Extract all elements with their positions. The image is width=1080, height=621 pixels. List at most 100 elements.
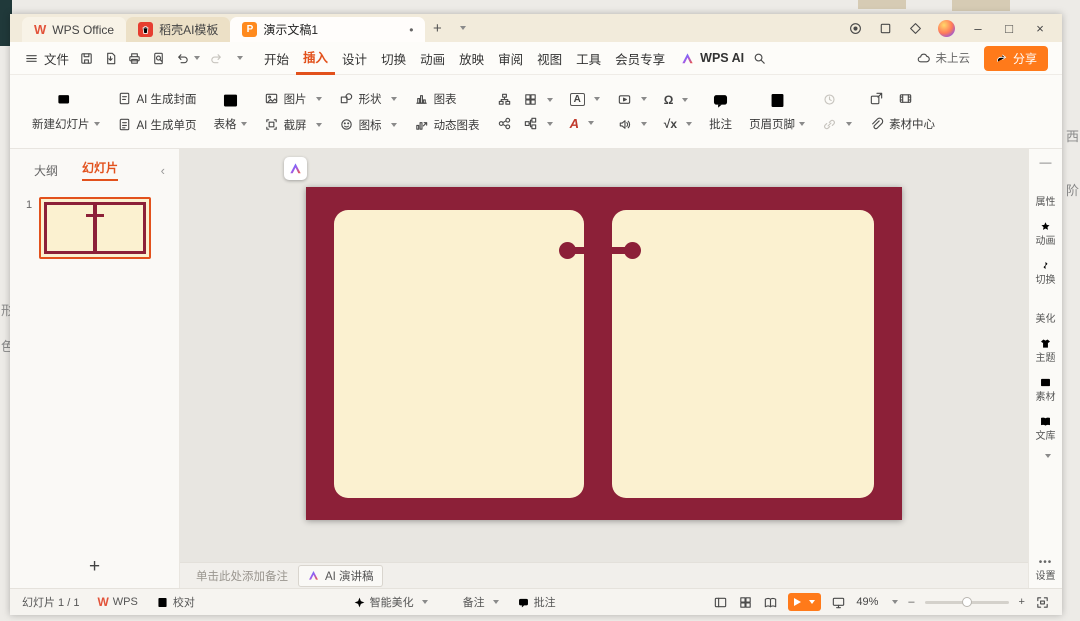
menu-view[interactable]: 视图 xyxy=(530,42,569,75)
menu-insert[interactable]: 插入 xyxy=(296,42,336,75)
tab-presentation1[interactable]: P 演示文稿1 • xyxy=(230,17,426,42)
save-icon[interactable] xyxy=(79,51,94,66)
right-page-shape[interactable] xyxy=(612,210,874,498)
notes-input[interactable]: 单击此处添加备注 xyxy=(196,568,288,584)
menu-home[interactable]: 开始 xyxy=(257,42,296,75)
hyperlink-button[interactable] xyxy=(822,117,853,132)
normal-view-icon[interactable] xyxy=(713,595,728,610)
sidebar-item-animation[interactable]: 动画 xyxy=(1036,220,1056,247)
picture-button[interactable]: 图片 xyxy=(264,91,322,107)
slide-sorter-icon[interactable] xyxy=(738,595,753,610)
comment-button[interactable]: 批注 xyxy=(709,91,732,132)
table-button[interactable]: 表格 xyxy=(214,91,247,132)
menu-animation[interactable]: 动画 xyxy=(413,42,452,75)
file-menu-button[interactable]: 文件 xyxy=(24,49,69,68)
material-center-button[interactable]: 素材中心 xyxy=(869,116,935,132)
date-time-icon[interactable] xyxy=(822,92,837,107)
insert-object-icon[interactable] xyxy=(869,91,884,106)
zoom-dropdown-icon[interactable] xyxy=(892,600,899,604)
minimize-button[interactable]: – xyxy=(970,21,986,36)
tab-slides[interactable]: 幻灯片 xyxy=(82,159,119,181)
undo-button[interactable] xyxy=(175,51,201,66)
ai-generate-page-button[interactable]: AI 生成单页 xyxy=(117,117,197,133)
header-footer-button[interactable]: 页眉页脚 xyxy=(749,91,806,132)
play-slideshow-button[interactable] xyxy=(788,593,822,611)
zoom-slider-thumb[interactable] xyxy=(962,596,973,607)
chart-button[interactable]: 图表 xyxy=(414,91,480,107)
ai-speech-button[interactable]: AI 演讲稿 xyxy=(298,564,383,587)
sidebar-item-properties[interactable]: 属性 xyxy=(1036,181,1056,208)
maximize-button[interactable]: □ xyxy=(1001,21,1017,36)
slide-thumbnail[interactable] xyxy=(39,197,152,259)
quickbar-more-icon[interactable] xyxy=(237,56,244,60)
clasp-left-dot-shape[interactable] xyxy=(559,242,576,259)
tab-list-dropdown-button[interactable] xyxy=(449,16,473,41)
dynamic-chart-button[interactable]: 动态图表 xyxy=(414,117,480,133)
editing-canvas[interactable] xyxy=(180,149,1028,562)
tab-docer-ai-templates[interactable]: 稻壳AI模板 xyxy=(126,17,231,42)
node-diagram-button[interactable] xyxy=(523,116,553,131)
add-slide-button[interactable]: + xyxy=(10,546,179,588)
wps-ai-floating-button[interactable] xyxy=(284,157,307,180)
slide[interactable] xyxy=(306,187,902,520)
export-icon[interactable] xyxy=(103,51,118,66)
tab-outline[interactable]: 大纲 xyxy=(34,162,58,179)
zoom-out-button[interactable]: – xyxy=(908,596,914,608)
message-icon[interactable] xyxy=(848,21,863,36)
menu-slideshow[interactable]: 放映 xyxy=(452,42,491,75)
picture-grid-button[interactable] xyxy=(523,92,553,107)
sidebar-item-material[interactable]: 素材 xyxy=(1036,376,1056,403)
menu-review[interactable]: 审阅 xyxy=(491,42,530,75)
formula-sqrt-button[interactable]: √x xyxy=(664,117,693,131)
reading-view-icon[interactable] xyxy=(763,595,778,610)
share-button[interactable]: 分享 xyxy=(983,45,1048,71)
textbox-button[interactable]: A xyxy=(569,92,600,106)
sidebar-item-transition[interactable]: 切换 xyxy=(1036,259,1056,286)
clasp-right-dot-shape[interactable] xyxy=(624,242,641,259)
screenshot-button[interactable]: 截屏 xyxy=(264,117,322,133)
new-slide-button[interactable]: 新建幻灯片 xyxy=(32,91,100,132)
search-icon[interactable] xyxy=(752,51,767,66)
ai-generate-cover-button[interactable]: AI 生成封面 xyxy=(117,91,197,107)
menu-tools[interactable]: 工具 xyxy=(569,42,608,75)
wps-ai-menu[interactable]: WPS AI xyxy=(680,51,744,66)
sidebar-item-beautify[interactable]: 美化 xyxy=(1036,298,1056,325)
org-chart-icon[interactable] xyxy=(497,92,512,107)
new-tab-button[interactable]: + xyxy=(425,16,449,41)
sidebar-more-chevron[interactable] xyxy=(1044,454,1051,458)
comment-toggle-button[interactable]: 批注 xyxy=(517,594,556,610)
print-icon[interactable] xyxy=(127,51,142,66)
wordart-button[interactable]: A xyxy=(570,116,600,131)
icon-library-button[interactable]: 图标 xyxy=(339,117,397,133)
menu-transition[interactable]: 切换 xyxy=(374,42,413,75)
film-icon[interactable] xyxy=(898,91,913,106)
tab-wps-office[interactable]: W WPS Office xyxy=(22,17,127,42)
widgets-icon[interactable] xyxy=(908,21,923,36)
relation-diagram-icon[interactable] xyxy=(497,116,512,131)
print-preview-icon[interactable] xyxy=(151,51,166,66)
collapse-panel-button[interactable]: ‹ xyxy=(161,163,165,178)
close-button[interactable]: × xyxy=(1032,21,1048,36)
fit-window-icon[interactable] xyxy=(1035,595,1050,610)
shapes-button[interactable]: 形状 xyxy=(339,91,397,107)
left-page-shape[interactable] xyxy=(334,210,584,498)
sidebar-item-settings[interactable]: ••• 设置 xyxy=(1036,557,1056,582)
zoom-slider[interactable] xyxy=(924,596,1009,607)
display-icon[interactable] xyxy=(831,595,846,610)
window-restore-icon[interactable] xyxy=(878,21,893,36)
zoom-in-button[interactable]: + xyxy=(1019,596,1025,608)
avatar[interactable] xyxy=(938,19,955,37)
sidebar-item-library[interactable]: 文库 xyxy=(1036,415,1056,442)
smart-beautify-button[interactable]: 智能美化 xyxy=(353,594,428,610)
sidebar-collapse-dash[interactable]: — xyxy=(1040,155,1052,169)
sidebar-item-theme[interactable]: 主题 xyxy=(1036,337,1056,364)
redo-icon[interactable] xyxy=(209,51,224,66)
menu-design[interactable]: 设计 xyxy=(335,42,374,75)
zoom-level[interactable]: 49% xyxy=(856,596,878,608)
formula-omega-button[interactable]: Ω xyxy=(664,93,692,107)
video-button[interactable] xyxy=(617,92,647,107)
menu-membership[interactable]: 会员专享 xyxy=(608,42,672,75)
cloud-sync-status[interactable]: 未上云 xyxy=(916,50,970,66)
proofread-button[interactable]: 校对 xyxy=(156,594,195,610)
notes-toggle-button[interactable]: 备注 xyxy=(446,594,499,610)
